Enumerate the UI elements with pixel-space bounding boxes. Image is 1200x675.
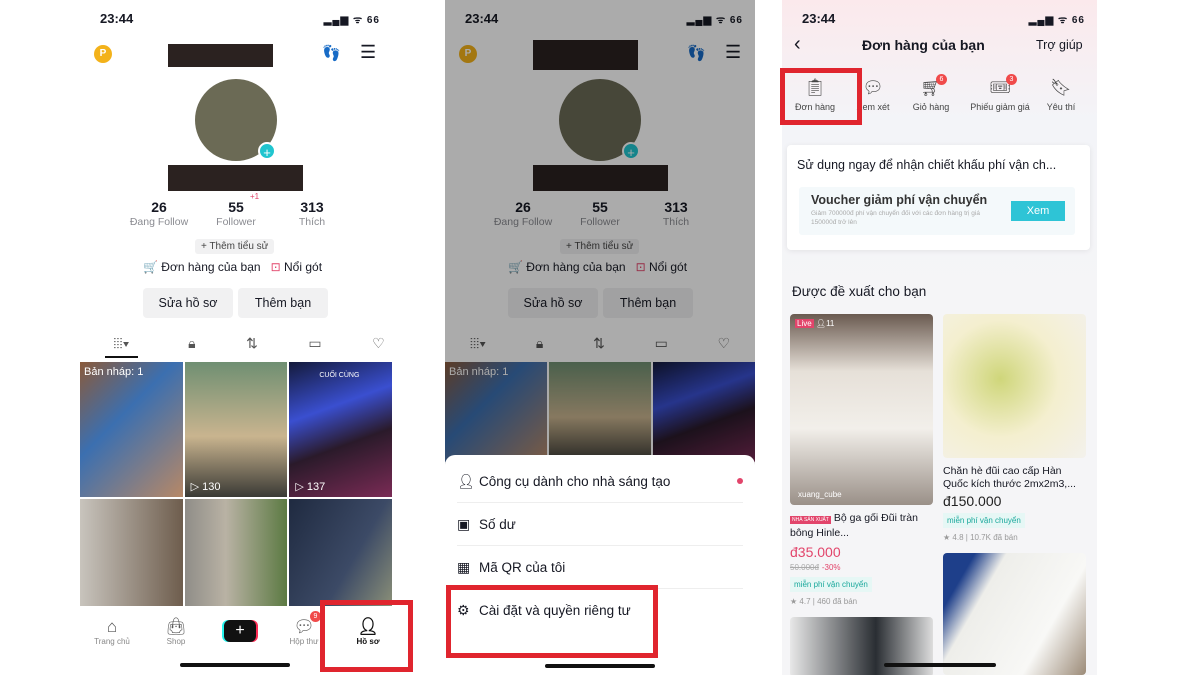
video-thumb[interactable]: ▷ 130 — [184, 362, 288, 497]
menu-qr[interactable]: ▦ Mã QR của tôi — [457, 546, 743, 589]
highlight-orders — [780, 68, 862, 125]
voucher-view-button[interactable]: Xem — [1011, 201, 1065, 221]
promote-link[interactable]: Nổi gót — [284, 260, 322, 274]
bag-icon: 👜︎ — [165, 616, 187, 636]
follower-badge: +1 — [250, 192, 260, 201]
private-tab-icon[interactable]: 🔒︎ — [188, 335, 195, 358]
coin-icon[interactable]: P — [94, 45, 112, 63]
voucher-title: Voucher giảm phí vận chuyển — [811, 193, 988, 207]
promo-heading: Sử dụng ngay để nhận chiết khấu phí vận … — [797, 158, 1057, 172]
seller-name: xuang_cube — [798, 490, 842, 499]
wallet-icon: ▣ — [457, 515, 471, 532]
edit-profile-button[interactable]: Sửa hồ sơ — [143, 288, 233, 318]
nav-home[interactable]: ⌂ Trang chủ — [82, 617, 142, 646]
shortcut-wishlist[interactable]: 🔖︎ Yêu thí — [1036, 78, 1086, 112]
video-grid: Bản nháp: 1 ▷ 130 CUỐI CÙNG ▷ 137 — [80, 362, 392, 606]
status-time: 23:44 — [802, 11, 836, 26]
video-thumb[interactable]: CUỐI CÙNG ▷ 137 — [289, 362, 392, 497]
menu-icon[interactable]: ☰ — [360, 42, 376, 63]
product-info[interactable]: NHÀ SẢN XUẤT Bộ ga gối Đũi tràn bông Hin… — [790, 512, 935, 608]
home-icon: ⌂ — [106, 616, 118, 636]
stat-following[interactable]: 26 Đang Follow — [119, 199, 199, 228]
live-badge: Live 👤︎11 — [795, 319, 835, 328]
liked-tab-icon[interactable]: ♡ — [372, 335, 385, 358]
profile-links: 🛒 Đơn hàng của bạn ⊡ Nổi gót — [143, 260, 322, 274]
video-thumb[interactable] — [184, 499, 288, 606]
page-title: Đơn hàng của bạn — [862, 37, 985, 53]
voucher-promo-card: Sử dụng ngay để nhận chiết khấu phí vận … — [787, 145, 1090, 250]
highlight-profile-tab — [320, 600, 413, 672]
home-indicator — [180, 663, 290, 667]
product-info[interactable]: Chăn hè đũi cao cấp Hàn Quốc kích thước … — [943, 465, 1088, 544]
video-thumb[interactable] — [80, 499, 183, 606]
recommend-heading: Được đề xuất cho bạn — [792, 284, 927, 299]
voucher-desc: Giảm 700000đ phí vận chuyển đối với các … — [811, 210, 980, 226]
stat-likes: 313 Thích — [298, 199, 326, 228]
product-thumb[interactable] — [943, 553, 1086, 675]
menu-balance[interactable]: ▣ Số dư — [457, 503, 743, 546]
repost-tab-icon[interactable]: ⇅ — [246, 335, 258, 358]
nav-shop[interactable]: 👜︎ Shop — [146, 617, 206, 646]
draft-video[interactable]: Bản nháp: 1 — [80, 362, 183, 497]
add-avatar-icon[interactable]: + — [258, 142, 276, 160]
shortcut-coupons[interactable]: 🎟︎ Phiếu giảm giá 3 — [964, 74, 1036, 112]
back-icon[interactable]: ‹ — [794, 33, 801, 56]
tagged-tab-icon[interactable]: ▭ — [308, 335, 321, 358]
display-name-redacted — [168, 165, 303, 191]
footprints-icon[interactable]: 👣 — [322, 44, 341, 62]
product-card[interactable] — [943, 314, 1086, 458]
orders-link[interactable]: Đơn hàng của bạn — [161, 260, 260, 274]
add-bio-chip[interactable]: + Thêm tiểu sử — [195, 239, 275, 254]
profile-menu-screen: 23:44 ▂▄▆ ᯤ 66 P 👣 ☰ + 26 Đang Follow 55 F… — [445, 0, 755, 675]
promote-icon: ⊡ — [270, 260, 281, 274]
username-redacted — [168, 44, 273, 67]
product-card[interactable]: Live 👤︎11 xuang_cube — [790, 314, 933, 505]
add-friend-button[interactable]: Thêm bạn — [238, 288, 328, 318]
home-indicator — [884, 663, 996, 667]
status-icons: ▂▄▆ ᯤ 66 — [323, 15, 380, 26]
help-link[interactable]: Trợ giúp — [1036, 38, 1083, 52]
stat-followers[interactable]: 55 Follower — [196, 199, 276, 228]
profile-screen: 23:44 ▂▄▆ ᯤ 66 P 👣 ☰ + 26 Đang Follow 55 F… — [80, 0, 410, 675]
qr-icon: ▦ — [457, 558, 471, 575]
new-dot — [737, 478, 743, 484]
voucher-box: Voucher giảm phí vận chuyển Giảm 700000đ… — [799, 187, 1075, 235]
status-icons: ▂▄▆ ᯤ 66 — [1028, 15, 1085, 26]
video-thumb[interactable] — [289, 499, 392, 606]
status-time: 23:44 — [100, 11, 134, 26]
shortcut-cart[interactable]: 🛒︎ Giỏ hàng 6 — [898, 74, 964, 112]
highlight-settings — [446, 585, 658, 658]
cart-icon: 🛒 — [143, 260, 158, 274]
creator-icon: 👤︎ — [457, 472, 475, 489]
menu-creator-tools[interactable]: 👤︎ Công cụ dành cho nhà sáng tạo — [457, 460, 743, 503]
nav-create[interactable]: + — [210, 620, 270, 642]
videos-tab-icon[interactable]: ⦙⦙⦙▾ — [105, 335, 138, 358]
content-tabs: ⦙⦙⦙▾ 🔒︎ ⇅ ▭ ♡ — [80, 335, 410, 358]
home-indicator — [545, 664, 655, 668]
